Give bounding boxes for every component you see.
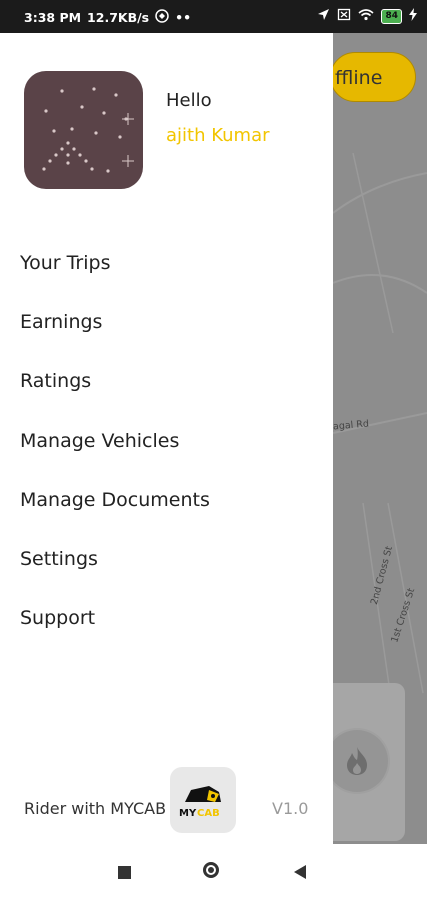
menu-item-manage-documents[interactable]: Manage Documents (20, 470, 210, 529)
status-bar: 3:38 PM 12.7KB/s •• 84 (0, 0, 427, 33)
system-navigation-bar (0, 844, 427, 900)
no-sim-icon (337, 8, 351, 24)
vpn-icon (155, 9, 169, 26)
menu-item-your-trips[interactable]: Your Trips (20, 233, 210, 292)
app-version: V1.0 (272, 799, 309, 818)
svg-text:CAB: CAB (197, 808, 220, 819)
navigation-drawer: Hello ajith Kumar Your Trips Earnings Ra… (0, 33, 333, 844)
location-icon (317, 8, 330, 24)
menu-item-settings[interactable]: Settings (20, 529, 210, 588)
menu-item-earnings[interactable]: Earnings (20, 292, 210, 351)
status-right: 84 (317, 8, 417, 24)
status-dots: •• (175, 10, 192, 25)
battery-indicator: 84 (381, 8, 402, 24)
status-time: 3:38 PM (24, 10, 82, 25)
menu-item-manage-vehicles[interactable]: Manage Vehicles (20, 411, 210, 470)
svg-text:MY: MY (179, 808, 197, 819)
car-logo-icon: MY CAB (179, 786, 221, 819)
status-speed: 12.7KB/s (87, 10, 150, 25)
back-button[interactable] (294, 865, 306, 879)
flame-icon (347, 747, 367, 775)
fire-button[interactable] (326, 730, 388, 792)
avatar-pattern (42, 87, 134, 173)
offline-toggle-button[interactable]: ffline (330, 52, 416, 102)
charging-icon (409, 8, 417, 24)
menu-item-ratings[interactable]: Ratings (20, 352, 210, 411)
avatar[interactable] (24, 71, 143, 189)
drawer-menu: Your Trips Earnings Ratings Manage Vehic… (20, 233, 210, 648)
app-logo: MY CAB (170, 767, 236, 833)
greeting-label: Hello (166, 90, 212, 111)
wifi-icon (358, 8, 374, 24)
footer-tagline: Rider with MYCAB (24, 799, 167, 818)
menu-item-support[interactable]: Support (20, 589, 210, 648)
status-left: 3:38 PM 12.7KB/s •• (24, 9, 191, 26)
home-button[interactable] (203, 862, 219, 878)
recent-apps-button[interactable] (118, 866, 131, 879)
user-name: ajith Kumar (166, 125, 270, 146)
